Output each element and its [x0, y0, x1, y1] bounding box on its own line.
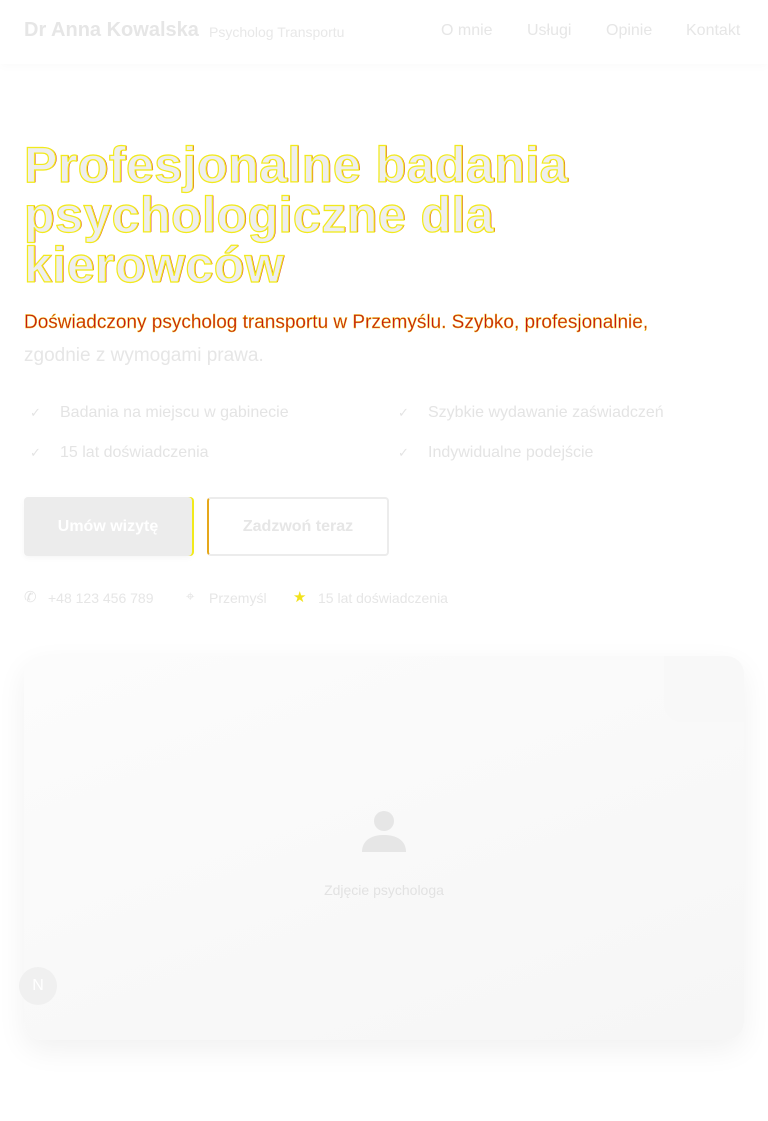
nav-link-about[interactable]: O mnie — [441, 22, 493, 40]
check-icon: ✓ — [30, 445, 41, 460]
feature-item: Szybkie wydawanie zaświadczeń — [428, 404, 664, 421]
brand-name[interactable]: Dr Anna Kowalska — [24, 19, 199, 42]
nav-link-services[interactable]: Usługi — [527, 22, 571, 40]
floating-action-button[interactable]: N — [19, 967, 57, 1005]
hero-subtitle-highlight: Doświadczony psycholog transportu w Prze… — [24, 312, 649, 333]
nav-link-reviews[interactable]: Opinie — [606, 22, 652, 40]
location-pin-icon: ⌖ — [186, 588, 195, 605]
hero-title: Profesjonalne badania psychologiczne dla… — [23, 137, 568, 293]
hero-subtitle: Doświadczony psycholog transportu w Prze… — [24, 306, 744, 372]
person-icon — [362, 811, 406, 852]
card-corner-badge — [664, 656, 744, 722]
check-icon: ✓ — [30, 405, 41, 420]
location-text: Przemyśl — [209, 590, 267, 606]
feature-item: 15 lat doświadczenia — [60, 444, 209, 461]
check-icon: ✓ — [398, 445, 409, 460]
brand-tagline: Psycholog Transportu — [209, 24, 345, 40]
site-header: Dr Anna Kowalska Psycholog Transportu O … — [0, 0, 768, 64]
check-icon: ✓ — [398, 405, 409, 420]
psychologist-photo-placeholder: Zdjęcie psychologa — [24, 656, 744, 1040]
star-icon: ★ — [293, 589, 307, 606]
book-visit-button[interactable]: Umów wizytę — [24, 497, 192, 556]
feature-item: Badania na miejscu w gabinecie — [60, 404, 289, 421]
phone-icon: ✆ — [24, 589, 37, 606]
call-now-button[interactable]: Zadzwoń teraz — [207, 497, 389, 556]
hero-subtitle-rest: zgodnie z wymogami prawa. — [24, 345, 264, 366]
experience-text: 15 lat doświadczenia — [318, 590, 448, 606]
photo-label: Zdjęcie psychologa — [324, 882, 444, 898]
feature-item: Indywidualne podejście — [428, 444, 594, 461]
nav-link-contact[interactable]: Kontakt — [686, 22, 740, 40]
phone-number[interactable]: +48 123 456 789 — [48, 590, 154, 606]
